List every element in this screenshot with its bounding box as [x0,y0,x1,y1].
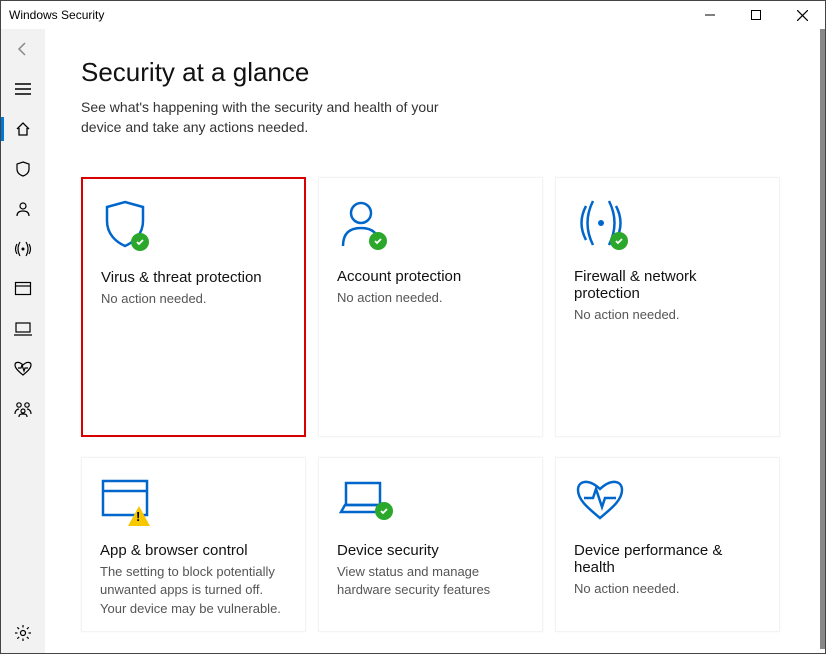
card-subtitle: The setting to block potentially unwante… [100,563,287,618]
card-account-protection[interactable]: Account protection No action needed. [318,177,543,437]
scrollbar[interactable] [820,29,825,649]
card-subtitle: No action needed. [574,580,761,598]
card-title: Account protection [337,268,524,285]
card-subtitle: No action needed. [574,306,761,324]
card-title: Firewall & network protection [574,268,761,302]
nav-app-browser[interactable] [1,269,45,309]
person-icon [337,196,524,248]
maximize-button[interactable] [733,1,779,29]
sidebar [1,29,45,653]
status-ok-icon [375,502,393,520]
shield-icon [101,197,286,249]
nav-settings[interactable] [1,613,45,653]
cards-grid: Virus & threat protection No action need… [81,177,789,632]
minimize-button[interactable] [687,1,733,29]
card-performance[interactable]: Device performance & health No action ne… [555,457,780,632]
menu-button[interactable] [1,69,45,109]
card-app-browser[interactable]: App & browser control The setting to blo… [81,457,306,632]
page-subtitle: See what's happening with the security a… [81,98,461,137]
nav-device-security[interactable] [1,309,45,349]
main-panel: Security at a glance See what's happenin… [45,29,825,653]
nav-virus[interactable] [1,149,45,189]
nav-firewall[interactable] [1,229,45,269]
nav-performance[interactable] [1,349,45,389]
titlebar: Windows Security [1,1,825,29]
card-subtitle: No action needed. [101,290,286,308]
card-device-security[interactable]: Device security View status and manage h… [318,457,543,632]
window-icon [100,470,287,522]
close-button[interactable] [779,1,825,29]
nav-account[interactable] [1,189,45,229]
card-title: Device performance & health [574,542,761,576]
card-subtitle: No action needed. [337,289,524,307]
heart-pulse-icon [574,470,761,522]
broadcast-icon [574,196,761,248]
nav-home[interactable] [1,109,45,149]
card-title: Device security [337,542,524,559]
window: Windows Security [0,0,826,654]
window-title: Windows Security [9,8,104,22]
card-title: App & browser control [100,542,287,559]
nav-family[interactable] [1,389,45,429]
card-title: Virus & threat protection [101,269,286,286]
card-subtitle: View status and manage hardware security… [337,563,524,599]
card-virus-threat[interactable]: Virus & threat protection No action need… [81,177,306,437]
back-button[interactable] [1,29,45,69]
status-warning-icon [128,506,150,526]
laptop-icon [337,470,524,522]
card-firewall[interactable]: Firewall & network protection No action … [555,177,780,437]
page-heading: Security at a glance [81,57,789,88]
